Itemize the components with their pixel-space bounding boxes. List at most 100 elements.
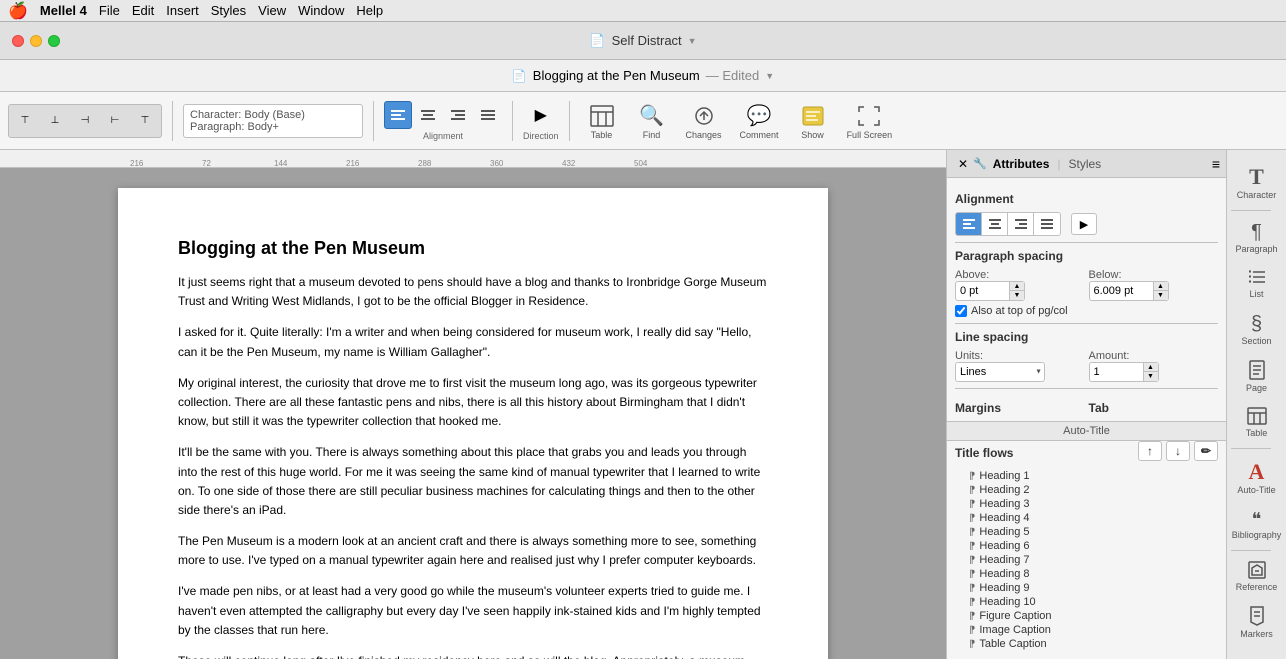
below-increment[interactable]: ▲	[1154, 282, 1168, 291]
title-flows-list: ⁋Heading 1⁋Heading 2⁋Heading 3⁋Heading 4…	[955, 469, 1218, 651]
amount-decrement[interactable]: ▼	[1144, 372, 1158, 381]
doc-paragraph: Those will continue long after I've fini…	[178, 652, 768, 659]
tab-sep: |	[1057, 157, 1060, 171]
ruler-btn-4[interactable]: ⊢	[101, 107, 129, 135]
align-center-btn[interactable]	[414, 101, 442, 129]
changes-btn[interactable]: Changes	[680, 100, 728, 142]
title-flow-item[interactable]: ⁋Heading 7	[955, 553, 1218, 567]
title-flow-item[interactable]: ⁋Heading 8	[955, 567, 1218, 581]
show-btn[interactable]: Show	[791, 100, 835, 142]
flow-item-label: Heading 8	[979, 568, 1029, 580]
sidebar-icon-paragraph[interactable]: ¶Paragraph	[1231, 215, 1283, 260]
also-top-checkbox[interactable]	[955, 305, 967, 317]
sidebar-icon-label: Table	[1246, 428, 1268, 438]
sidebar-icon-page[interactable]: Page	[1231, 354, 1283, 399]
title-flow-item[interactable]: ⁋Heading 2	[955, 483, 1218, 497]
para-align-justify[interactable]	[1034, 213, 1060, 235]
more-options-icon[interactable]: ≡	[1212, 156, 1220, 172]
sidebar-icon-label: Reference	[1236, 582, 1278, 592]
align-right-btn[interactable]	[444, 101, 472, 129]
sidebar-icon-list[interactable]: List	[1231, 262, 1283, 305]
apple-menu[interactable]: 🍎	[8, 1, 28, 21]
find-btn[interactable]: 🔍 Find	[630, 100, 674, 142]
amount-group: Amount: ▲ ▼	[1089, 350, 1219, 382]
title-flow-item[interactable]: ⁋ Heading 3	[955, 497, 1218, 511]
doc-area[interactable]: Blogging at the Pen Museum It just seems…	[0, 168, 946, 659]
ruler-btn-2[interactable]: ⊥	[41, 107, 69, 135]
sidebar-icon-character[interactable]: TCharacter	[1231, 158, 1283, 206]
sidebar-icon-table[interactable]: Table	[1231, 401, 1283, 444]
find-label: Find	[643, 130, 661, 140]
doc-page-title: Blogging at the Pen Museum	[178, 238, 768, 259]
title-flow-item[interactable]: ⁋Heading 4	[955, 511, 1218, 525]
title-flow-item[interactable]: ⁋Heading 9	[955, 581, 1218, 595]
sidebar-icon-bibliography[interactable]: ❝Bibliography	[1231, 503, 1283, 546]
minimize-button[interactable]	[30, 35, 42, 47]
close-button[interactable]	[12, 35, 24, 47]
flow-item-label: Heading 5	[979, 526, 1029, 538]
above-increment[interactable]: ▲	[1010, 282, 1024, 291]
reference-icon	[1248, 561, 1266, 582]
ruler-btn-5[interactable]: ⊤	[131, 107, 159, 135]
page-icon	[1249, 360, 1265, 383]
units-select[interactable]: Lines Points mm	[955, 362, 1045, 382]
ruler-btn-3[interactable]: ⊣	[71, 107, 99, 135]
align-justify-btn[interactable]	[474, 101, 502, 129]
title-flow-item[interactable]: ⁋Heading 5	[955, 525, 1218, 539]
menubar: 🍎 Mellel 4 File Edit Insert Styles View …	[0, 0, 1286, 22]
dropdown-icon[interactable]: ▼	[688, 36, 697, 46]
doc-paragraph: I've made pen nibs, or at least had a ve…	[178, 582, 768, 640]
menu-help[interactable]: Help	[356, 3, 383, 18]
para-align-center[interactable]	[982, 213, 1008, 235]
title-flows: Title flows ↑ ↓ ✏ ⁋Heading 1⁋Heading 2⁋H…	[947, 441, 1226, 659]
flow-icon: ⁋	[969, 499, 975, 510]
flow-item-label: Heading 4	[979, 512, 1029, 524]
flow-item-label: Heading 6	[979, 540, 1029, 552]
para-align-left[interactable]	[956, 213, 982, 235]
fullscreen-btn[interactable]: Full Screen	[841, 100, 899, 142]
title-flow-item[interactable]: ⁋Heading 1	[955, 469, 1218, 483]
flow-edit[interactable]: ✏	[1194, 441, 1218, 461]
title-flow-item[interactable]: ⁋Heading 10	[955, 595, 1218, 609]
above-input[interactable]	[955, 281, 1010, 301]
title-flow-item[interactable]: ⁋Table Caption	[955, 637, 1218, 651]
styles-tab[interactable]: Styles	[1069, 157, 1102, 171]
para-align-right[interactable]	[1008, 213, 1034, 235]
amount-increment[interactable]: ▲	[1144, 363, 1158, 372]
title-flow-item[interactable]: ⁋Image Caption	[955, 623, 1218, 637]
menu-view[interactable]: View	[258, 3, 286, 18]
align-more-btn[interactable]: ▶	[1071, 213, 1097, 235]
menu-insert[interactable]: Insert	[166, 3, 199, 18]
sidebar-icon-section[interactable]: §Section	[1231, 307, 1283, 352]
menu-styles[interactable]: Styles	[211, 3, 246, 18]
sidebar-icon-auto-title[interactable]: AAuto-Title	[1231, 453, 1283, 501]
direction-btn[interactable]: ▶	[527, 101, 555, 129]
below-input[interactable]	[1089, 281, 1154, 301]
flow-move-down[interactable]: ↓	[1166, 441, 1190, 461]
title-flow-item[interactable]: ⁋Heading 6	[955, 539, 1218, 553]
sidebar-icon-markers[interactable]: Markers	[1231, 600, 1283, 645]
above-decrement[interactable]: ▼	[1010, 291, 1024, 300]
menu-window[interactable]: Window	[298, 3, 344, 18]
doc-paragraphs: It just seems right that a museum devote…	[178, 273, 768, 659]
inspector-close-btn[interactable]: ✕	[953, 157, 973, 171]
amount-input[interactable]	[1089, 362, 1144, 382]
menu-file[interactable]: File	[99, 3, 120, 18]
title-flow-item[interactable]: ⁋Figure Caption	[955, 609, 1218, 623]
maximize-button[interactable]	[48, 35, 60, 47]
doc-dropdown-icon[interactable]: ▼	[765, 71, 774, 81]
below-decrement[interactable]: ▼	[1154, 291, 1168, 300]
flow-item-label: Heading 3	[979, 498, 1029, 510]
sidebar-icon-reference[interactable]: Reference	[1231, 555, 1283, 598]
ruler-btn-1[interactable]: ⊤	[11, 107, 39, 135]
section-icon: §	[1251, 313, 1262, 336]
fullscreen-icon	[853, 102, 885, 130]
attributes-tab[interactable]: Attributes	[993, 157, 1050, 171]
flow-icon: ⁋	[969, 555, 975, 566]
style-display[interactable]: Character: Body (Base) Paragraph: Body+	[183, 104, 363, 138]
table-btn[interactable]: Table	[580, 100, 624, 142]
align-left-btn[interactable]	[384, 101, 412, 129]
menu-edit[interactable]: Edit	[132, 3, 154, 18]
comment-btn[interactable]: 💬 Comment	[734, 100, 785, 142]
flow-move-up[interactable]: ↑	[1138, 441, 1162, 461]
